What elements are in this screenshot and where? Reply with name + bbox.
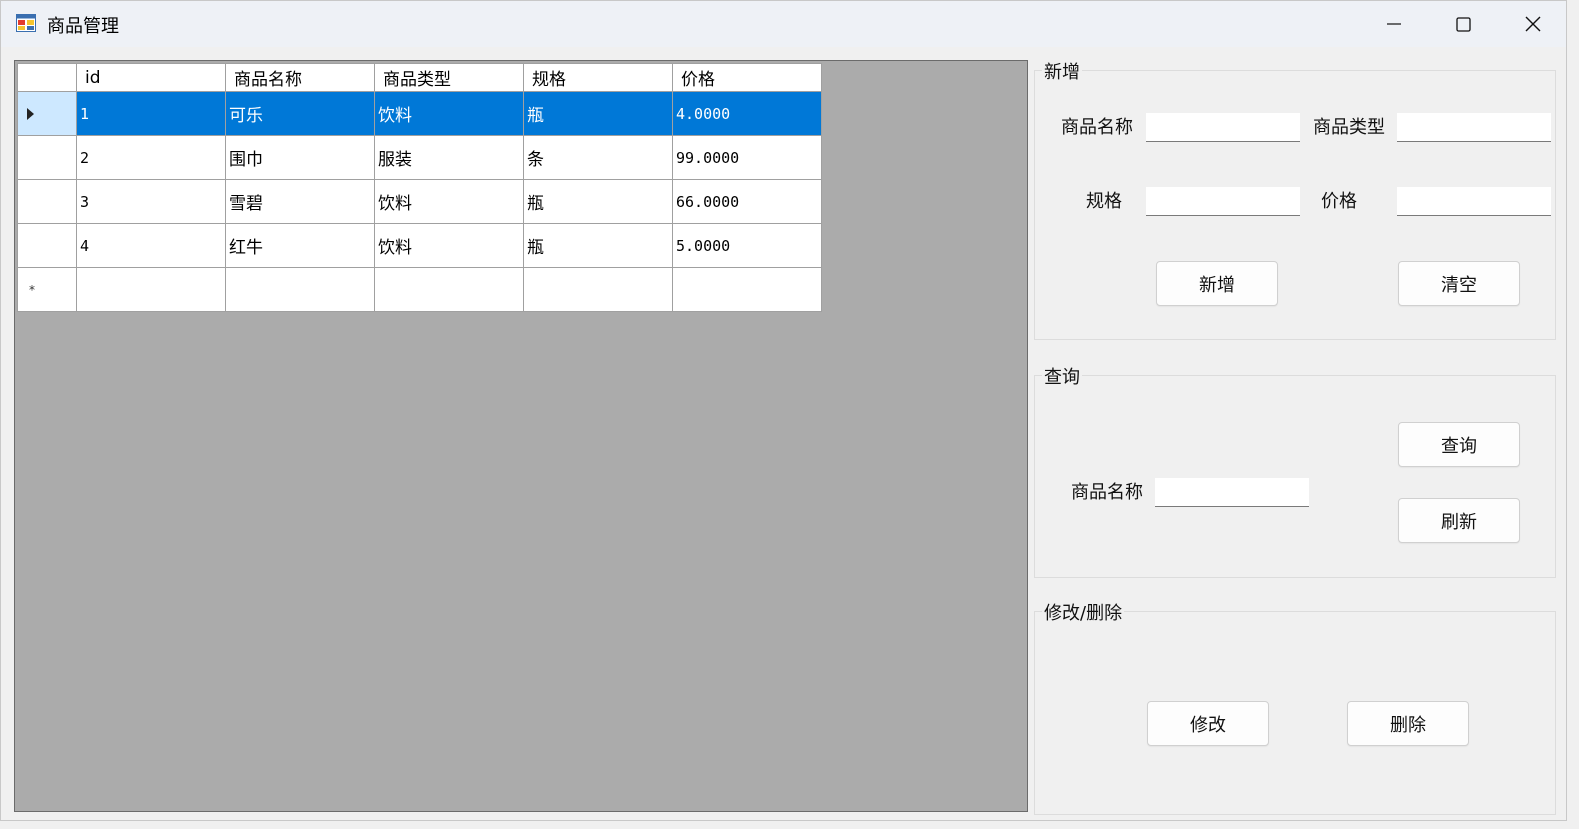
- add-price-label: 价格: [1321, 191, 1357, 212]
- add-type-label: 商品类型: [1313, 117, 1385, 138]
- clear-button[interactable]: 清空: [1398, 261, 1520, 306]
- row-header-cell[interactable]: [17, 223, 77, 268]
- product-data-grid[interactable]: id 商品名称 商品类型 规格 价格 1 可乐 饮料 瓶 4.0000 2 围巾…: [14, 60, 1028, 812]
- table-row[interactable]: 3 雪碧 饮料 瓶 66.0000: [17, 179, 822, 224]
- cell-name[interactable]: [225, 267, 375, 312]
- current-row-arrow-icon: [27, 107, 34, 120]
- cell-price[interactable]: 99.0000: [672, 135, 822, 180]
- row-header-cell[interactable]: [17, 135, 77, 180]
- column-header-id[interactable]: id: [76, 63, 226, 92]
- cell-name[interactable]: 雪碧: [225, 179, 375, 224]
- cell-price[interactable]: 5.0000: [672, 223, 822, 268]
- cell-type[interactable]: [374, 267, 524, 312]
- query-group-frame: [1034, 375, 1556, 578]
- cell-price[interactable]: 66.0000: [672, 179, 822, 224]
- cell-spec[interactable]: 瓶: [523, 179, 673, 224]
- cell-id[interactable]: 2: [76, 135, 226, 180]
- close-button[interactable]: [1498, 1, 1568, 47]
- column-header-name[interactable]: 商品名称: [225, 63, 375, 92]
- edit-group-title: 修改/删除: [1042, 599, 1125, 625]
- refresh-button[interactable]: 刷新: [1398, 498, 1520, 543]
- minimize-icon: [1387, 23, 1401, 25]
- table-header-row: id 商品名称 商品类型 规格 价格: [17, 63, 822, 92]
- add-group-title: 新增: [1042, 58, 1082, 84]
- cell-name[interactable]: 可乐: [225, 91, 375, 136]
- cell-name[interactable]: 红牛: [225, 223, 375, 268]
- cell-name[interactable]: 围巾: [225, 135, 375, 180]
- add-spec-input[interactable]: [1146, 187, 1300, 216]
- new-row-marker: *: [29, 282, 35, 297]
- cell-spec[interactable]: [523, 267, 673, 312]
- cell-type[interactable]: 饮料: [374, 179, 524, 224]
- cell-spec[interactable]: 条: [523, 135, 673, 180]
- column-header-price[interactable]: 价格: [672, 63, 822, 92]
- add-name-label: 商品名称: [1061, 117, 1133, 138]
- table-row[interactable]: 2 围巾 服装 条 99.0000: [17, 135, 822, 180]
- corner-header-cell[interactable]: [17, 63, 77, 92]
- cell-type[interactable]: 饮料: [374, 223, 524, 268]
- query-group-title: 查询: [1042, 363, 1082, 389]
- cell-id[interactable]: 3: [76, 179, 226, 224]
- cell-id[interactable]: 4: [76, 223, 226, 268]
- column-header-spec[interactable]: 规格: [523, 63, 673, 92]
- query-groupbox: 查询: [1034, 363, 1556, 578]
- table-row[interactable]: 4 红牛 饮料 瓶 5.0000: [17, 223, 822, 268]
- add-type-input[interactable]: [1397, 113, 1551, 142]
- edit-group-frame: [1034, 611, 1556, 815]
- maximize-button[interactable]: [1428, 1, 1498, 47]
- query-name-label: 商品名称: [1071, 482, 1143, 503]
- add-button[interactable]: 新增: [1156, 261, 1278, 306]
- table-row[interactable]: 1 可乐 饮料 瓶 4.0000: [17, 91, 822, 136]
- column-header-type[interactable]: 商品类型: [374, 63, 524, 92]
- title-bar: 商品管理: [1, 1, 1566, 47]
- row-header-cell[interactable]: [17, 179, 77, 224]
- query-name-input[interactable]: [1155, 478, 1309, 507]
- cell-type[interactable]: 服装: [374, 135, 524, 180]
- delete-button[interactable]: 删除: [1347, 701, 1469, 746]
- app-icon: [16, 14, 36, 32]
- add-price-input[interactable]: [1397, 187, 1551, 216]
- row-header-cell[interactable]: [17, 91, 77, 136]
- cell-type[interactable]: 饮料: [374, 91, 524, 136]
- product-table: id 商品名称 商品类型 规格 价格 1 可乐 饮料 瓶 4.0000 2 围巾…: [17, 63, 822, 312]
- close-icon: [1525, 16, 1541, 32]
- main-window: 商品管理 id 商品名称 商品类型 规格 价格 1 可乐 饮料 瓶 4.0000…: [0, 0, 1567, 821]
- window-title: 商品管理: [47, 16, 119, 37]
- minimize-button[interactable]: [1359, 1, 1429, 47]
- edit-delete-groupbox: 修改/删除: [1034, 599, 1556, 815]
- cell-spec[interactable]: 瓶: [523, 91, 673, 136]
- cell-id[interactable]: [76, 267, 226, 312]
- row-header-cell[interactable]: *: [17, 267, 77, 312]
- add-spec-label: 规格: [1086, 191, 1122, 212]
- edit-button[interactable]: 修改: [1147, 701, 1269, 746]
- add-name-input[interactable]: [1146, 113, 1300, 142]
- cell-id[interactable]: 1: [76, 91, 226, 136]
- cell-price[interactable]: 4.0000: [672, 91, 822, 136]
- new-row[interactable]: *: [17, 267, 822, 312]
- maximize-icon: [1455, 16, 1471, 32]
- cell-price[interactable]: [672, 267, 822, 312]
- cell-spec[interactable]: 瓶: [523, 223, 673, 268]
- query-button[interactable]: 查询: [1398, 422, 1520, 467]
